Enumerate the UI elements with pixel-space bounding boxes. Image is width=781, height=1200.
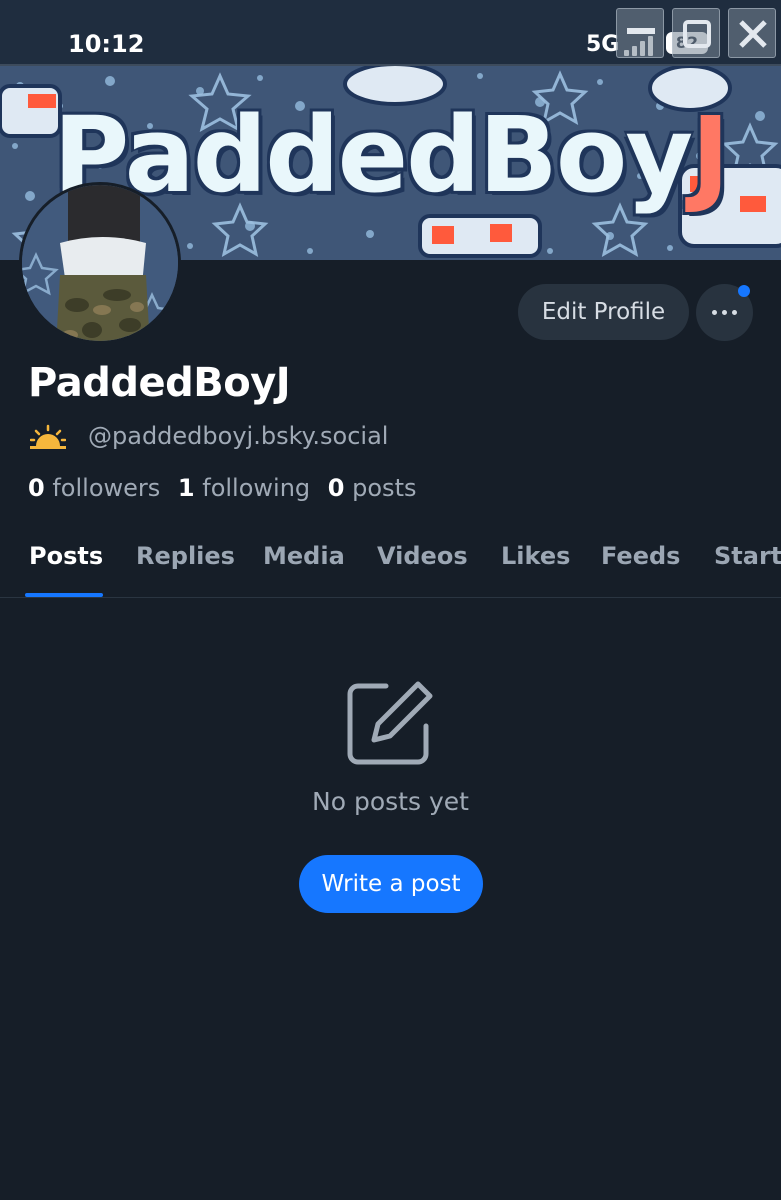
tab-starter-packs[interactable]: Starte bbox=[714, 542, 781, 570]
edit-profile-button[interactable]: Edit Profile bbox=[518, 284, 689, 340]
posts-count: 0 bbox=[327, 474, 345, 502]
close-button[interactable] bbox=[728, 8, 776, 58]
profile-stats: 0 followers 1 following 0 posts bbox=[28, 474, 416, 502]
tab-replies[interactable]: Replies bbox=[136, 542, 235, 570]
status-bar: 10:12 5G 82 bbox=[0, 0, 781, 66]
edit-icon bbox=[347, 681, 433, 765]
restore-button[interactable] bbox=[672, 8, 720, 58]
posts-label: posts bbox=[352, 474, 417, 502]
network-type: 5G bbox=[586, 32, 620, 57]
tab-videos[interactable]: Videos bbox=[377, 542, 468, 570]
restore-icon bbox=[683, 20, 711, 48]
write-post-button[interactable]: Write a post bbox=[299, 855, 483, 913]
avatar-image bbox=[22, 185, 178, 341]
followers-count: 0 bbox=[28, 474, 45, 502]
following-count: 1 bbox=[177, 474, 195, 502]
avatar[interactable] bbox=[19, 182, 181, 344]
followers-label: followers bbox=[52, 474, 161, 502]
tab-posts[interactable]: Posts bbox=[29, 542, 103, 570]
close-icon bbox=[739, 20, 767, 48]
following-label: following bbox=[202, 474, 311, 502]
profile-tabs: Posts Replies Media Videos Likes Feeds S… bbox=[0, 530, 781, 598]
ellipsis-icon bbox=[712, 310, 738, 316]
banner-title-accent: J bbox=[691, 94, 730, 216]
empty-state-text: No posts yet bbox=[312, 787, 469, 816]
display-name: PaddedBoyJ bbox=[28, 360, 291, 406]
following-link[interactable]: 1 following bbox=[178, 474, 310, 502]
minimize-icon bbox=[627, 28, 655, 34]
tab-media[interactable]: Media bbox=[263, 542, 345, 570]
sun-icon bbox=[30, 424, 66, 449]
active-tab-indicator bbox=[25, 593, 103, 597]
minimize-button[interactable] bbox=[616, 8, 664, 58]
followers-link[interactable]: 0 followers bbox=[28, 474, 160, 502]
profile-handle: @paddedboyj.bsky.social bbox=[88, 422, 389, 450]
posts-stat: 0 posts bbox=[328, 474, 417, 502]
tab-feeds[interactable]: Feeds bbox=[601, 542, 680, 570]
tab-likes[interactable]: Likes bbox=[501, 542, 570, 570]
notification-dot bbox=[738, 285, 750, 297]
clock: 10:12 bbox=[68, 30, 145, 58]
